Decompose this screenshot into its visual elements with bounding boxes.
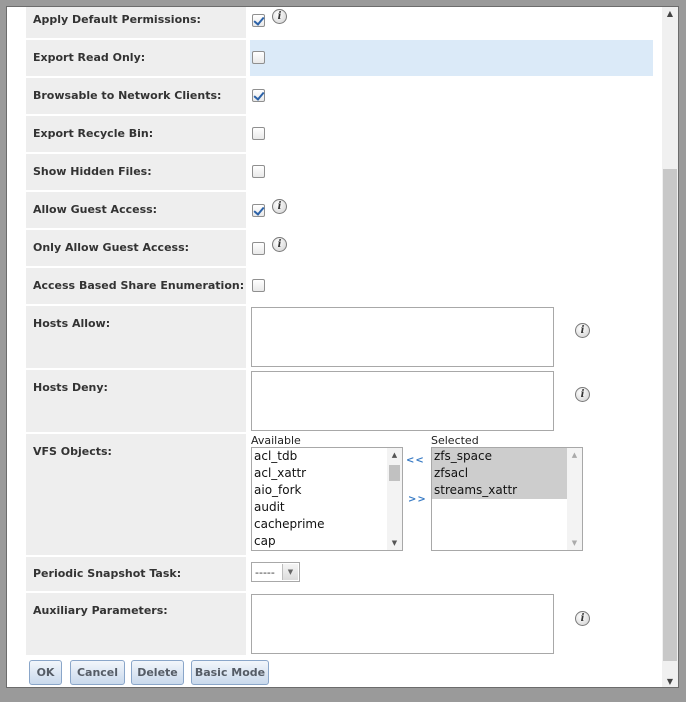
export-read-only-label: Export Read Only: [33, 51, 146, 64]
browsable-label: Browsable to Network Clients: [33, 89, 222, 102]
scroll-down-icon[interactable]: ▼ [387, 536, 402, 550]
scroll-up-icon[interactable]: ▲ [387, 448, 402, 462]
move-right-button[interactable]: >> [408, 494, 427, 505]
access-based-enum-label: Access Based Share Enumeration: [33, 279, 245, 292]
list-item[interactable]: cap [252, 533, 402, 550]
row-only-allow-guest-access: Only Allow Guest Access: i [26, 230, 653, 268]
form-content: Apply Default Permissions: i Export Read… [7, 7, 664, 687]
export-recycle-bin-label: Export Recycle Bin: [33, 127, 154, 140]
list-item[interactable]: acl_tdb [252, 448, 402, 465]
selected-caption: Selected [431, 434, 479, 447]
available-scrollbar[interactable]: ▲ ▼ [387, 448, 402, 550]
list-item[interactable]: zfs_space [432, 448, 567, 465]
dialog-scrollbar[interactable]: ▲ ▼ [662, 7, 678, 687]
row-hosts-deny: Hosts Deny: i [26, 370, 653, 434]
selected-listbox[interactable]: zfs_space zfsacl streams_xattr ▲ ▼ [431, 447, 583, 551]
available-caption: Available [251, 434, 301, 447]
row-allow-guest-access: Allow Guest Access: i [26, 192, 653, 230]
delete-button[interactable]: Delete [131, 660, 184, 685]
scroll-up-icon[interactable]: ▲ [567, 448, 582, 462]
info-icon[interactable]: i [575, 387, 590, 402]
scroll-thumb[interactable] [389, 465, 400, 481]
info-icon[interactable]: i [272, 199, 287, 214]
auxiliary-parameters-label: Auxiliary Parameters: [33, 604, 168, 617]
list-item[interactable]: zfsacl [432, 465, 567, 482]
ok-button[interactable]: OK [29, 660, 62, 685]
row-periodic-snapshot: Periodic Snapshot Task: ----- ▼ [26, 557, 653, 593]
row-export-recycle-bin: Export Recycle Bin: [26, 116, 653, 154]
scroll-down-icon[interactable]: ▼ [662, 675, 678, 687]
show-hidden-files-checkbox[interactable] [252, 165, 265, 178]
list-item[interactable]: aio_fork [252, 482, 402, 499]
row-show-hidden-files: Show Hidden Files: [26, 154, 653, 192]
list-item[interactable]: acl_xattr [252, 465, 402, 482]
hosts-deny-label: Hosts Deny: [33, 381, 108, 394]
chevron-down-icon[interactable]: ▼ [282, 564, 298, 580]
list-item[interactable]: audit [252, 499, 402, 516]
hosts-deny-textarea[interactable] [251, 371, 554, 431]
apply-default-permissions-checkbox[interactable] [252, 14, 265, 27]
vfs-objects-label: VFS Objects: [33, 445, 112, 458]
scroll-down-icon[interactable]: ▼ [567, 536, 582, 550]
periodic-snapshot-select[interactable]: ----- ▼ [251, 562, 300, 582]
list-item[interactable]: streams_xattr [432, 482, 567, 499]
info-icon[interactable]: i [272, 9, 287, 24]
export-recycle-bin-checkbox[interactable] [252, 127, 265, 140]
info-icon[interactable]: i [272, 237, 287, 252]
export-read-only-checkbox[interactable] [252, 51, 265, 64]
show-hidden-files-label: Show Hidden Files: [33, 165, 152, 178]
row-export-read-only: Export Read Only: [26, 40, 653, 78]
row-hosts-allow: Hosts Allow: i [26, 306, 653, 370]
info-icon[interactable]: i [575, 323, 590, 338]
available-listbox[interactable]: acl_tdb acl_xattr aio_fork audit cachepr… [251, 447, 403, 551]
scroll-up-icon[interactable]: ▲ [662, 7, 678, 21]
allow-guest-access-checkbox[interactable] [252, 204, 265, 217]
apply-default-permissions-label: Apply Default Permissions: [33, 13, 201, 26]
scroll-thumb[interactable] [663, 169, 677, 661]
periodic-snapshot-value: ----- [255, 566, 275, 579]
only-allow-guest-access-label: Only Allow Guest Access: [33, 241, 190, 254]
row-vfs-objects: VFS Objects: Available acl_tdb acl_xattr… [26, 434, 653, 557]
row-access-based-enum: Access Based Share Enumeration: [26, 268, 653, 306]
browsable-checkbox[interactable] [252, 89, 265, 102]
list-item[interactable]: cacheprime [252, 516, 402, 533]
hosts-allow-label: Hosts Allow: [33, 317, 111, 330]
info-icon[interactable]: i [575, 611, 590, 626]
selected-scrollbar[interactable]: ▲ ▼ [567, 448, 582, 550]
hosts-allow-textarea[interactable] [251, 307, 554, 367]
auxiliary-parameters-textarea[interactable] [251, 594, 554, 654]
row-auxiliary-parameters: Auxiliary Parameters: i [26, 593, 653, 657]
only-allow-guest-access-checkbox[interactable] [252, 242, 265, 255]
periodic-snapshot-label: Periodic Snapshot Task: [33, 567, 182, 580]
access-based-enum-checkbox[interactable] [252, 279, 265, 292]
allow-guest-access-label: Allow Guest Access: [33, 203, 158, 216]
share-settings-dialog: Apply Default Permissions: i Export Read… [6, 6, 679, 688]
row-apply-default-permissions: Apply Default Permissions: i [26, 7, 653, 40]
move-left-button[interactable]: << [406, 455, 425, 466]
cancel-button[interactable]: Cancel [70, 660, 125, 685]
basic-mode-button[interactable]: Basic Mode [191, 660, 269, 685]
row-browsable: Browsable to Network Clients: [26, 78, 653, 116]
